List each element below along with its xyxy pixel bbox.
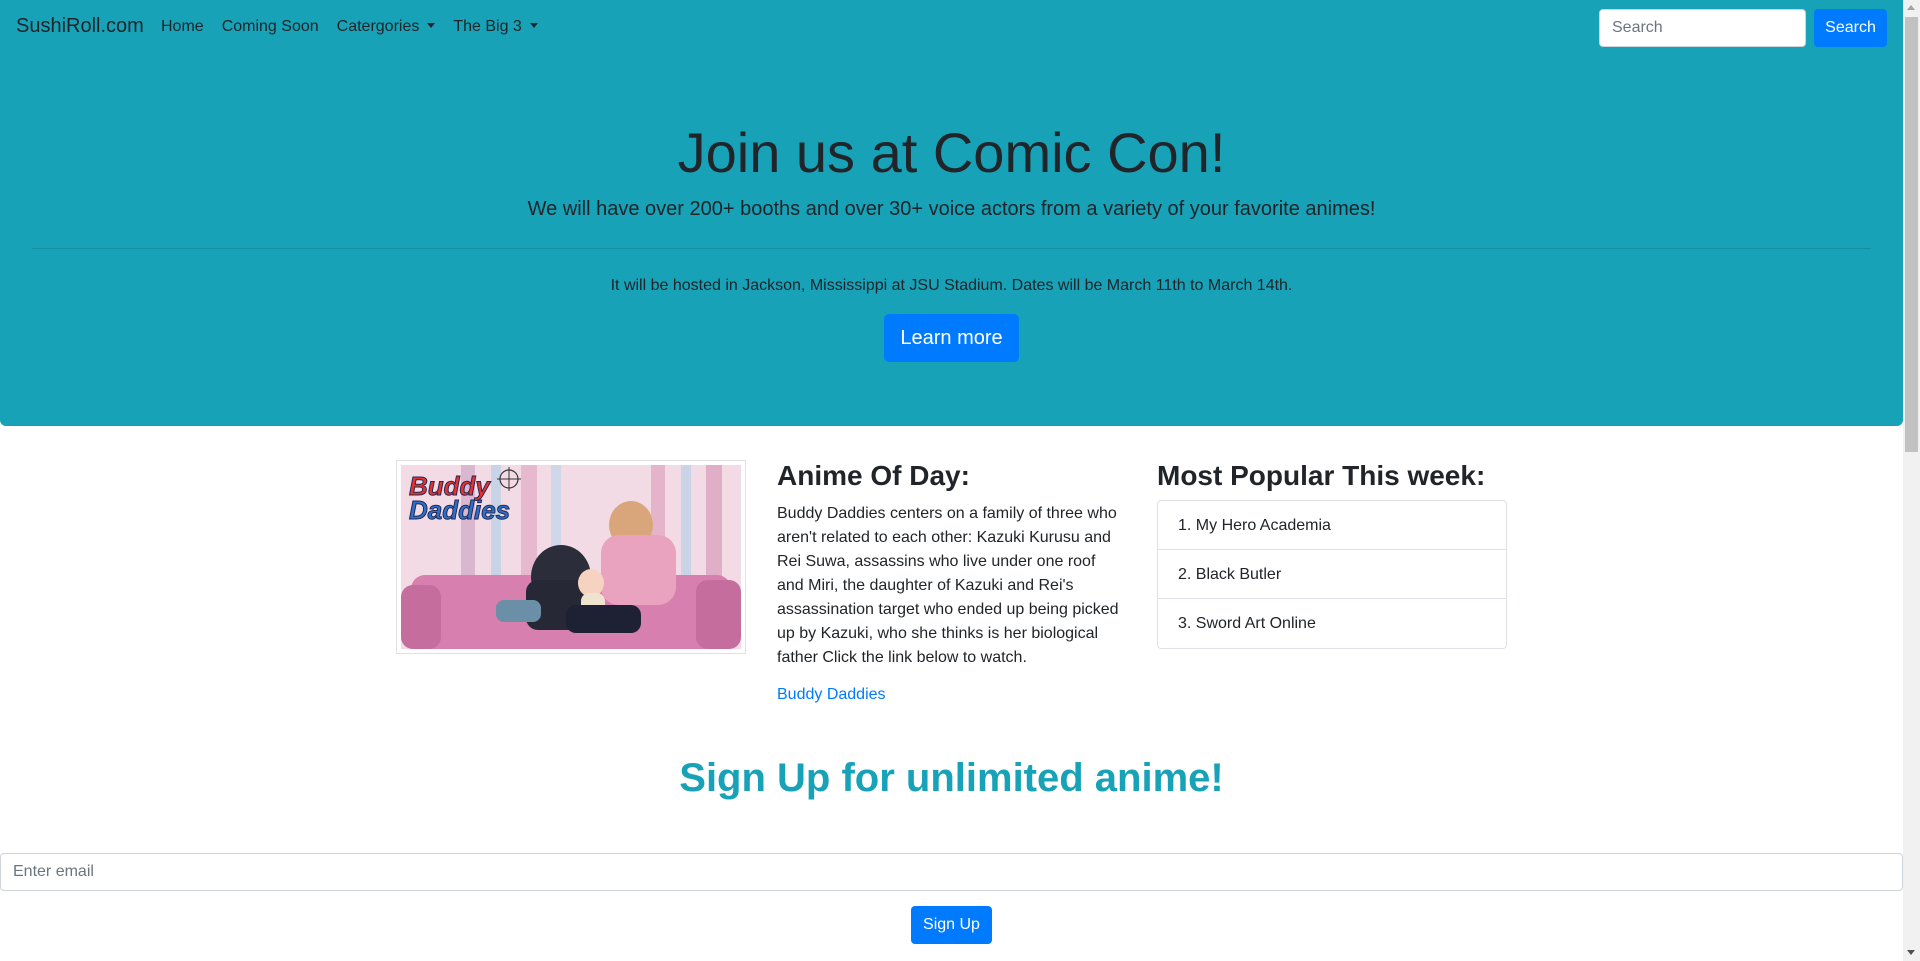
buddy-daddies-illustration: Buddy Daddies [401, 465, 741, 649]
nav-categories-label: Catergories [336, 18, 420, 35]
anime-of-day-description: Buddy Daddies centers on a family of thr… [777, 505, 1119, 666]
search-button[interactable]: Search [1814, 9, 1887, 47]
anime-of-day-image: Buddy Daddies [396, 460, 746, 654]
nav-big-3-dropdown[interactable]: The Big 3 [444, 18, 546, 36]
most-popular-title: Most Popular This week: [1157, 460, 1486, 491]
nav-big-3-label: The Big 3 [453, 18, 522, 35]
most-popular-list: 1. My Hero Academia 2. Black Butler 3. S… [1157, 500, 1507, 649]
jumbotron: Join us at Comic Con! We will have over … [0, 58, 1903, 426]
list-item: 2. Black Butler [1158, 550, 1506, 599]
signup-title: Sign Up for unlimited anime! [679, 756, 1224, 800]
page: SushiRoll.com Home Coming Soon Catergori… [0, 0, 1903, 961]
email-field[interactable] [0, 853, 1903, 891]
anime-of-day-link[interactable]: Buddy Daddies [777, 686, 886, 704]
scroll-thumb[interactable] [1905, 17, 1918, 452]
scroll-down-arrow-icon[interactable] [1907, 950, 1915, 955]
scroll-up-arrow-icon[interactable] [1907, 5, 1915, 10]
caret-down-icon [529, 23, 538, 29]
logo-text-daddies: Daddies [409, 495, 510, 525]
nav-links: Home Coming Soon Catergories The Big 3 [152, 18, 547, 36]
nav-coming-soon[interactable]: Coming Soon [213, 18, 328, 36]
list-item: 3. Sword Art Online [1178, 615, 1316, 632]
vertical-scrollbar[interactable] [1903, 0, 1920, 961]
anime-of-day-title: Anime Of Day: [777, 460, 970, 491]
divider [32, 248, 1871, 249]
nav-categories-dropdown[interactable]: Catergories [328, 18, 445, 36]
caret-down-icon [427, 23, 436, 29]
jumbotron-text: It will be hosted in Jackson, Mississipp… [610, 277, 1293, 294]
sign-up-button[interactable]: Sign Up [911, 906, 992, 944]
jumbotron-lead: We will have over 200+ booths and over 3… [527, 198, 1376, 220]
learn-more-button[interactable]: Learn more [884, 314, 1019, 362]
navbar: SushiRoll.com Home Coming Soon Catergori… [0, 0, 1903, 58]
jumbotron-title: Join us at Comic Con! [677, 121, 1226, 184]
nav-home[interactable]: Home [152, 18, 213, 36]
list-item: 1. My Hero Academia [1158, 501, 1506, 550]
search-input[interactable] [1599, 9, 1806, 47]
brand-link[interactable]: SushiRoll.com [16, 15, 144, 38]
